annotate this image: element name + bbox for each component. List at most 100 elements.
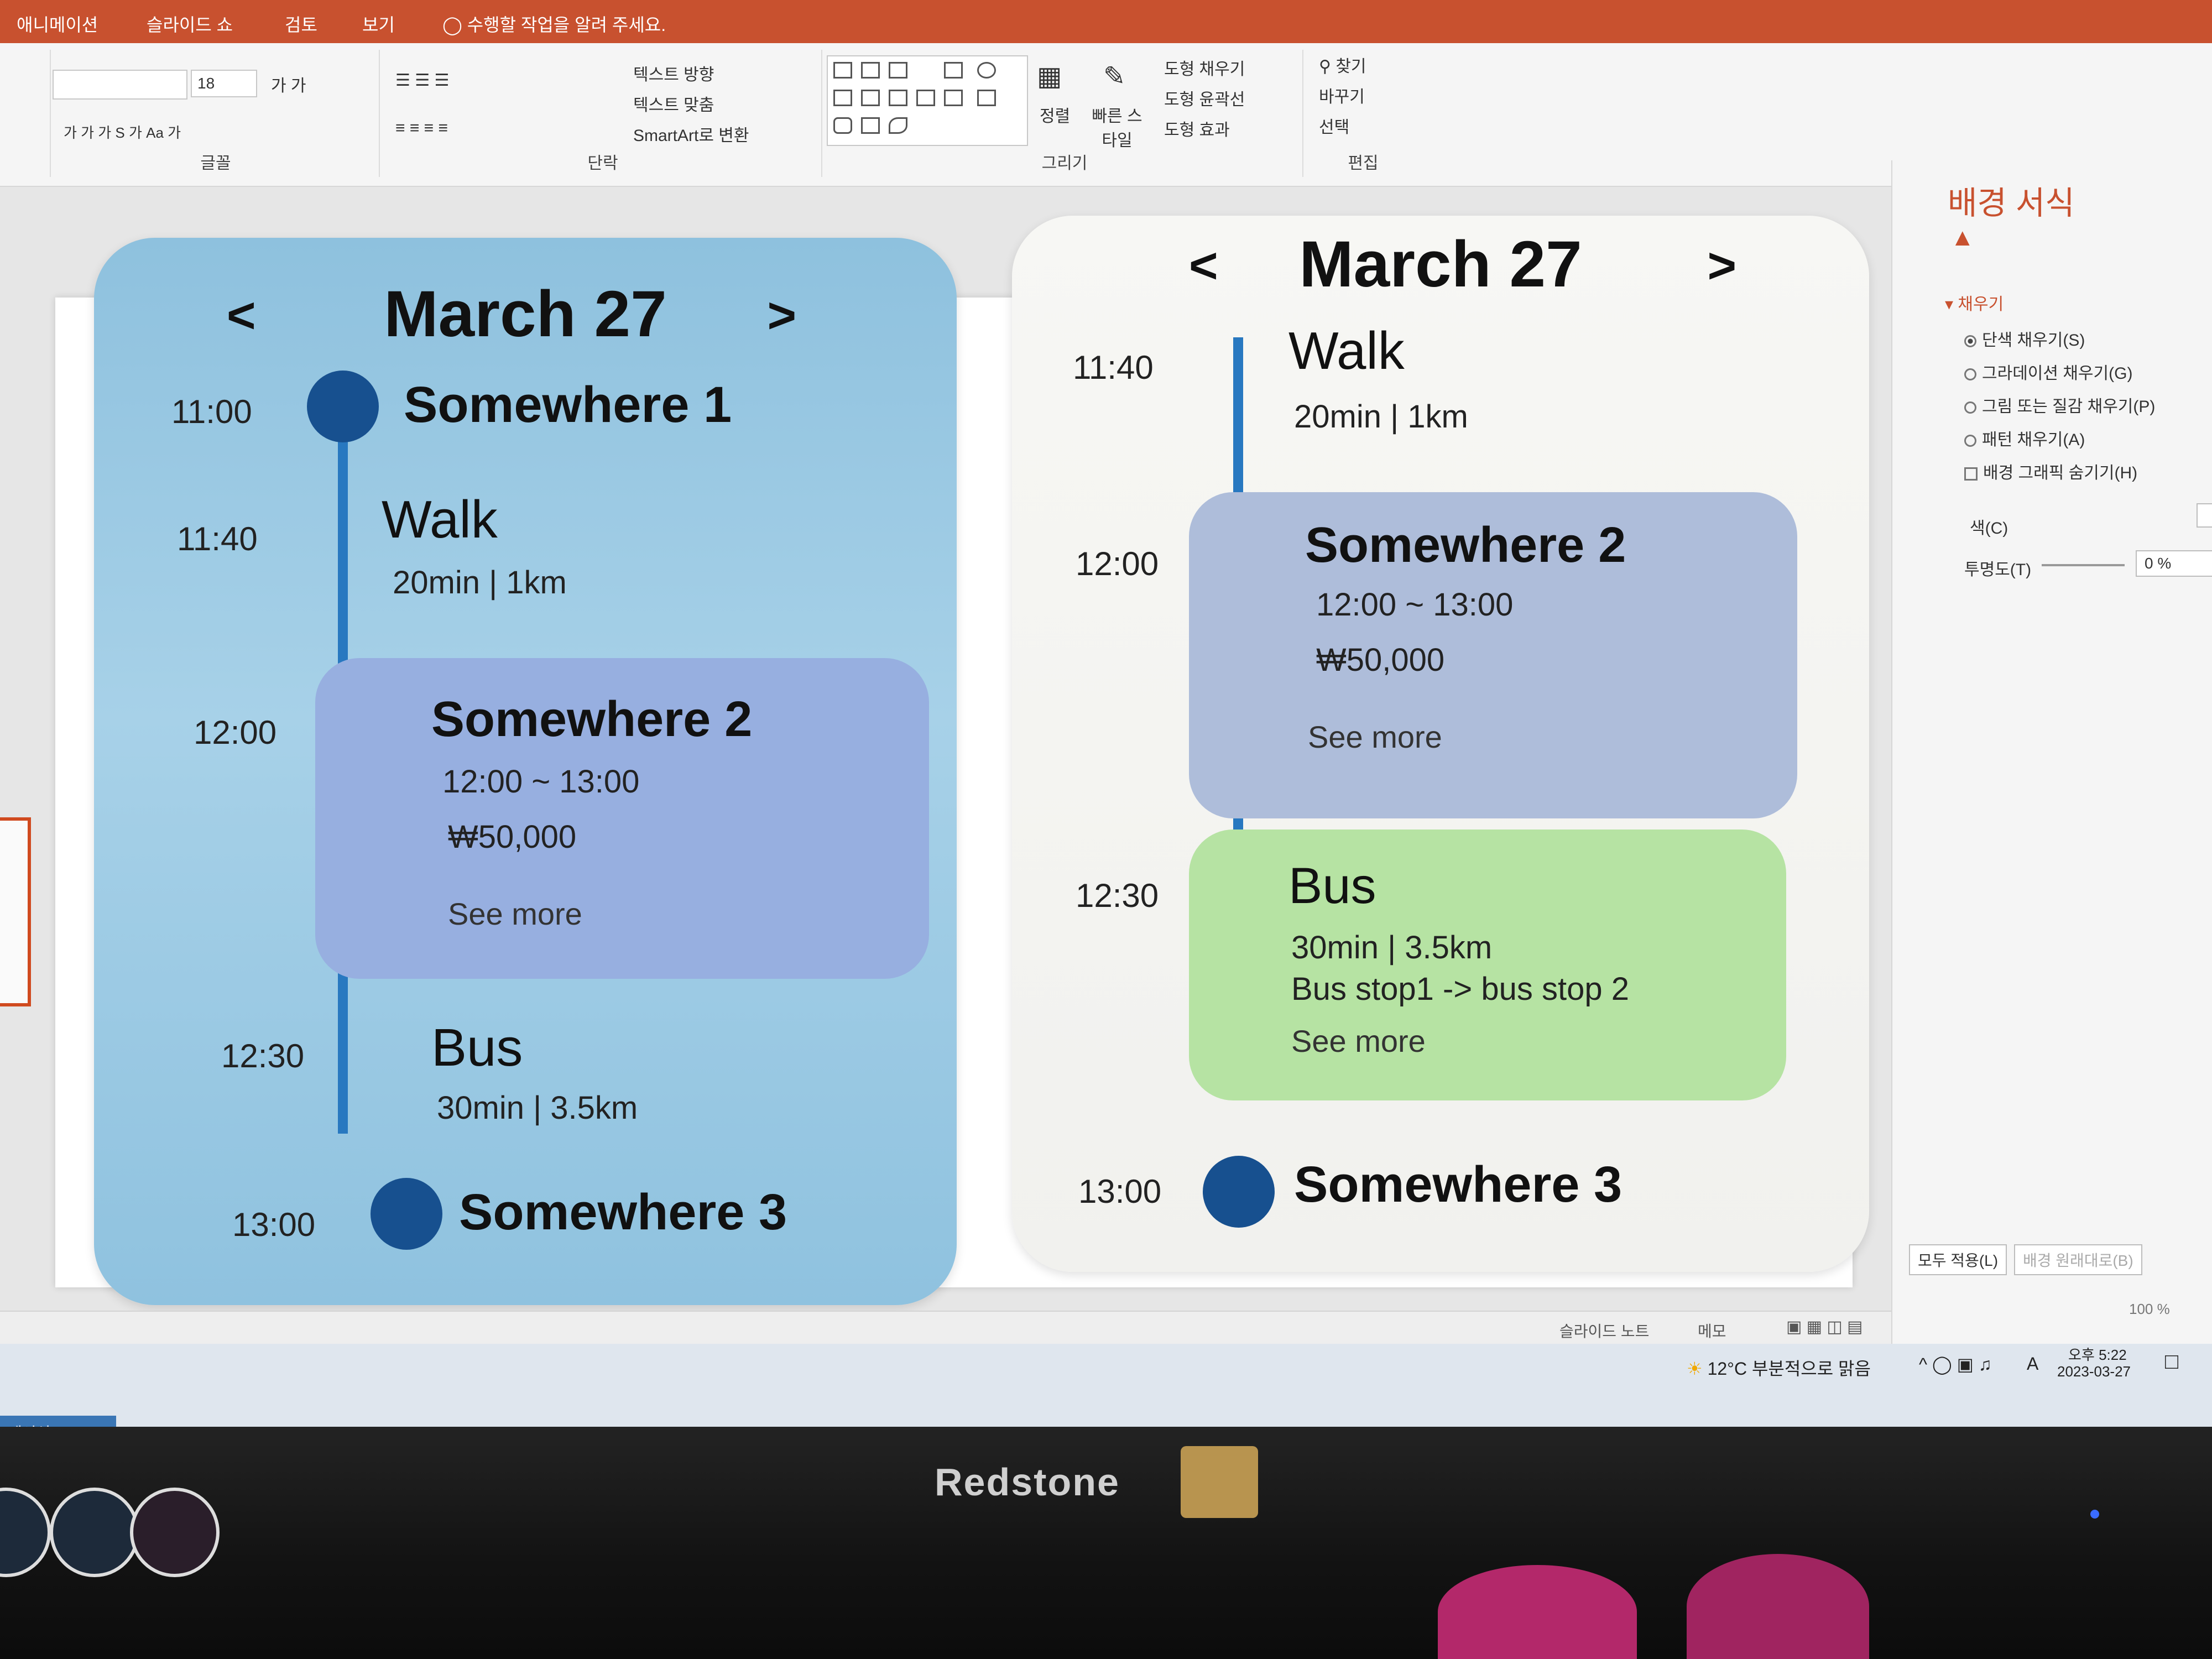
- shape-outline-button[interactable]: 도형 윤곽선: [1164, 86, 1245, 110]
- pink-object: [1687, 1554, 1869, 1659]
- text-direction-button[interactable]: 텍스트 방향: [633, 61, 714, 85]
- ribbon-group-paragraph: ☰ ☰ ☰ ≡ ≡ ≡ ≡ 텍스트 방향 텍스트 맞춤 SmartArt로 변환…: [384, 50, 822, 177]
- ribbon-tab-bar: 애니메이션 슬라이드 쇼 검토 보기 ◯ 수행할 작업을 알려 주세요.: [0, 0, 2212, 43]
- fill-option-solid[interactable]: 단색 채우기(S): [1964, 326, 2085, 351]
- tab-review[interactable]: 검토: [285, 11, 317, 36]
- time-label: 13:00: [232, 1206, 316, 1243]
- place-card-price: ₩50,000: [1316, 642, 1445, 678]
- time-label: 11:00: [171, 393, 252, 430]
- place-card[interactable]: Somewhere 2 12:00 ~ 13:00 ₩50,000 See mo…: [1189, 492, 1797, 818]
- next-day-button[interactable]: >: [1707, 238, 1736, 295]
- bullets-icon[interactable]: ☰ ☰ ☰: [395, 71, 449, 90]
- fill-section-header[interactable]: ▾ 채우기: [1945, 290, 2004, 315]
- notification-icon[interactable]: □: [2165, 1349, 2178, 1374]
- transparency-input[interactable]: 0 %: [2136, 550, 2212, 577]
- time-label: 13:00: [1078, 1173, 1162, 1210]
- paint-bucket-icon[interactable]: ▲: [1950, 224, 1975, 252]
- walk-detail: 20min | 1km: [1294, 399, 1468, 435]
- find-button[interactable]: ⚲ 찾기: [1319, 53, 1366, 77]
- ribbon: 18 가 가 가 가 가 S 가 Aa 가 글꼴 ☰ ☰ ☰ ≡ ≡ ≡ ≡ 텍…: [0, 43, 2212, 187]
- see-more-link[interactable]: See more: [1291, 1023, 1426, 1059]
- sticker: [0, 1488, 51, 1577]
- time-label: 12:00: [194, 714, 277, 751]
- transit-card[interactable]: Bus 30min | 3.5km Bus stop1 -> bus stop …: [1189, 830, 1786, 1100]
- power-led: [2090, 1510, 2099, 1519]
- align-icons[interactable]: ≡ ≡ ≡ ≡: [395, 119, 448, 138]
- see-more-link[interactable]: See more: [1308, 719, 1442, 755]
- hide-background-graphics-checkbox[interactable]: 배경 그래픽 숨기기(H): [1964, 459, 2137, 483]
- place-card-time: 12:00 ~ 13:00: [442, 764, 640, 800]
- shape-effects-button[interactable]: 도형 효과: [1164, 116, 1230, 140]
- radio-icon: [1964, 401, 1976, 414]
- replace-button[interactable]: 바꾸기: [1319, 83, 1365, 107]
- time-label: 12:00: [1076, 545, 1159, 582]
- sun-cloud-icon: ☀: [1687, 1359, 1703, 1379]
- windows-taskbar: ☀ 12°C 부분적으로 맑음 ^ ◯ ▣ ♫ A 오후 5:22 2023-0…: [0, 1344, 2212, 1427]
- smartart-button[interactable]: SmartArt로 변환: [633, 122, 749, 146]
- slide-thumbnail-selected[interactable]: [0, 817, 31, 1006]
- arrange-button[interactable]: 정렬: [1040, 102, 1070, 127]
- fill-option-gradient[interactable]: 그라데이션 채우기(G): [1964, 359, 2132, 384]
- clock-time[interactable]: 오후 5:22: [2068, 1344, 2127, 1364]
- next-day-button[interactable]: >: [767, 288, 796, 345]
- align-text-button[interactable]: 텍스트 맞춤: [633, 91, 714, 116]
- time-label: 12:30: [1076, 877, 1159, 914]
- bus-title: Bus: [431, 1018, 523, 1077]
- ribbon-group-font: 18 가 가 가 가 가 S 가 Aa 가 글꼴: [53, 50, 380, 177]
- grow-font-icon[interactable]: 가 가: [271, 72, 306, 96]
- stop-name[interactable]: Somewhere 3: [1294, 1156, 1622, 1214]
- weather-text: 12°C 부분적으로 맑음: [1707, 1359, 1871, 1379]
- clock-date[interactable]: 2023-03-27: [2057, 1363, 2131, 1380]
- date-title: March 27: [1299, 228, 1582, 301]
- see-more-link[interactable]: See more: [448, 896, 582, 932]
- fill-option-label: 그림 또는 질감 채우기(P): [1982, 398, 2156, 416]
- shape-fill-button[interactable]: 도형 채우기: [1164, 55, 1245, 80]
- timeline-stop-dot: [371, 1178, 442, 1250]
- fill-option-label: 그라데이션 채우기(G): [1982, 364, 2133, 383]
- place-card-title: Somewhere 2: [431, 692, 753, 747]
- date-header: < March 27 >: [94, 276, 957, 354]
- comments-button[interactable]: 메모: [1698, 1319, 1726, 1342]
- place-card[interactable]: Somewhere 2 12:00 ~ 13:00 ₩50,000 See mo…: [315, 658, 929, 979]
- font-name-field[interactable]: [53, 70, 187, 100]
- ribbon-group-clipboard-edge: [0, 50, 51, 177]
- walk-title: Walk: [382, 490, 498, 549]
- stop-name[interactable]: Somewhere 1: [404, 376, 732, 434]
- tab-animation[interactable]: 애니메이션: [17, 11, 98, 36]
- shape-gallery[interactable]: [827, 55, 1028, 146]
- fill-option-picture[interactable]: 그림 또는 질감 채우기(P): [1964, 393, 2155, 417]
- font-size-field[interactable]: 18: [191, 70, 257, 97]
- find-label: 찾기: [1335, 58, 1366, 76]
- arrange-icon[interactable]: ▦: [1037, 61, 1062, 92]
- tell-me-text: 수행할 작업을 알려 주세요.: [467, 15, 666, 35]
- weather-widget[interactable]: ☀ 12°C 부분적으로 맑음: [1687, 1355, 1871, 1380]
- quick-style-icon[interactable]: ✎: [1103, 61, 1125, 92]
- stop-name[interactable]: Somewhere 3: [459, 1183, 787, 1241]
- view-buttons[interactable]: ▣ ▦ ◫ ▤: [1786, 1317, 1863, 1337]
- ime-indicator[interactable]: A: [2027, 1354, 2038, 1374]
- search-icon: ⚲: [1319, 58, 1331, 76]
- zoom-level[interactable]: 100 %: [2129, 1301, 2170, 1318]
- color-label: 색(C): [1970, 519, 2008, 538]
- checkbox-icon: [1964, 467, 1978, 481]
- fill-option-pattern[interactable]: 패턴 채우기(A): [1964, 426, 2085, 450]
- font-format-icons[interactable]: 가 가 가 S 가 Aa 가: [64, 122, 181, 142]
- format-background-pane: 배경 서식 ▲ ▾ 채우기 단색 채우기(S) 그라데이션 채우기(G) 그림 …: [1891, 160, 2212, 1344]
- timeline-stop-dot: [1203, 1156, 1275, 1228]
- apply-to-all-button[interactable]: 모두 적용(L): [1909, 1244, 2007, 1275]
- tab-view[interactable]: 보기: [362, 11, 395, 36]
- quick-styles-button[interactable]: 빠른 스타일: [1087, 102, 1147, 151]
- color-picker-button[interactable]: [2197, 503, 2212, 528]
- reset-background-button[interactable]: 배경 원래대로(B): [2014, 1244, 2142, 1275]
- ribbon-group-label-font: 글꼴: [200, 154, 231, 173]
- schedule-screen-right: < March 27 > 11:40 12:00 12:30 13:00 Wal…: [1012, 216, 1869, 1272]
- notes-button[interactable]: 슬라이드 노트: [1559, 1319, 1649, 1342]
- taskbar-powerpoint-app[interactable]: 테이션1 - P...: [0, 1416, 116, 1427]
- select-button[interactable]: 선택: [1319, 113, 1349, 138]
- transparency-slider[interactable]: [2042, 564, 2125, 566]
- tell-me-box[interactable]: ◯ 수행할 작업을 알려 주세요.: [442, 11, 666, 36]
- tab-slideshow[interactable]: 슬라이드 쇼: [147, 11, 233, 36]
- tray-icons[interactable]: ^ ◯ ▣ ♫: [1919, 1354, 1992, 1375]
- status-bar: 슬라이드 노트 메모 ▣ ▦ ◫ ▤: [0, 1311, 1891, 1345]
- pane-title: 배경 서식: [1948, 185, 2075, 221]
